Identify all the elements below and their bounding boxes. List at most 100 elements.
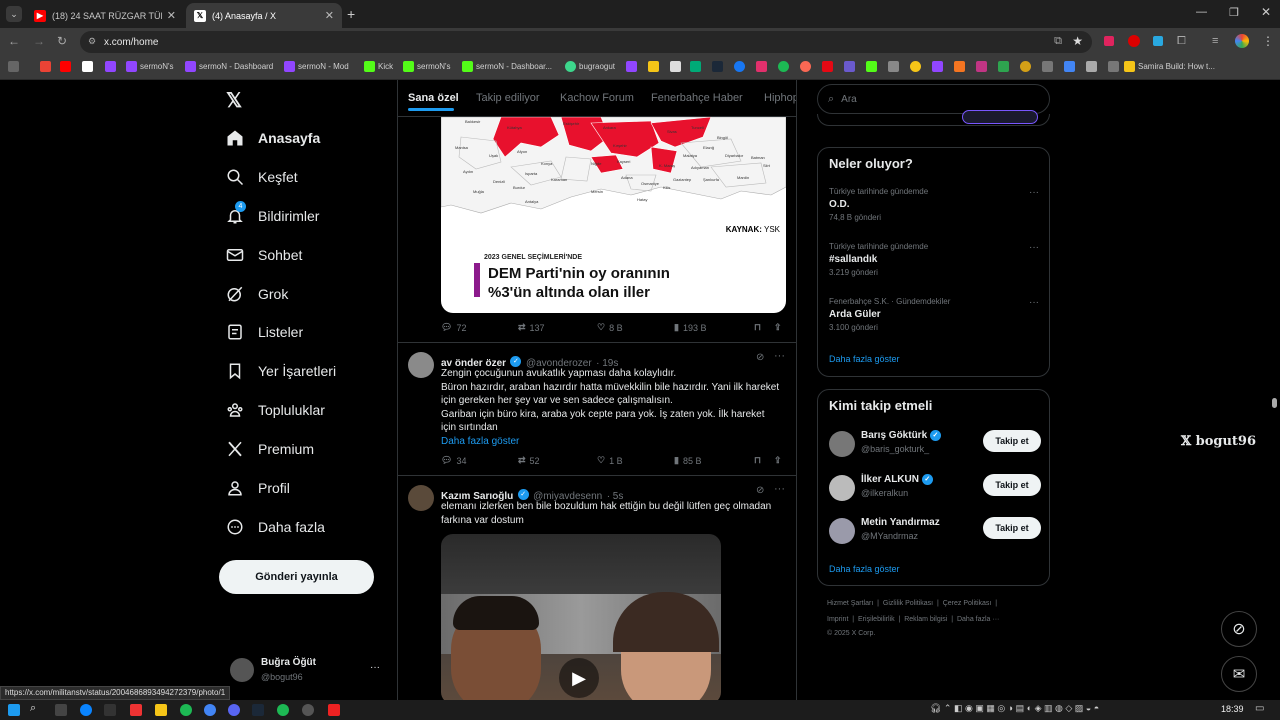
extension-icon[interactable] (1104, 36, 1114, 46)
post-image-map[interactable]: Balıkesir Manisa Aydın Kütahya Eskişehir… (441, 117, 786, 313)
show-more-link[interactable]: Daha fazla göster (829, 564, 900, 574)
nav-profile[interactable]: Profil (226, 476, 290, 500)
clock[interactable]: 18:39 (1221, 704, 1244, 714)
tab-search-button[interactable]: ⌄ (6, 6, 22, 22)
bookmark-icon-only[interactable] (800, 61, 811, 72)
grok-icon[interactable]: ⊘ (756, 485, 764, 496)
spotify-icon[interactable] (277, 704, 289, 716)
site-info-icon[interactable]: ⚙ (88, 36, 96, 47)
bookmark-icon-only[interactable] (998, 61, 1009, 72)
menu-icon[interactable]: ⋮ (1262, 34, 1274, 48)
task-view-icon[interactable] (55, 704, 67, 716)
views-button[interactable]: ▮ 193 B (674, 322, 706, 333)
star-icon[interactable]: ★ (1072, 34, 1083, 48)
x-logo-icon[interactable]: 𝕏 (226, 88, 242, 113)
tab-for-you[interactable]: Sana özel (408, 92, 459, 104)
nav-explore[interactable]: Keşfet (226, 165, 298, 189)
views-button[interactable]: ▮ 85 B (674, 455, 701, 466)
app-icon[interactable] (328, 704, 340, 716)
trend-item[interactable]: Fenerbahçe S.K. · Gündemdekiler Arda Gül… (829, 297, 1039, 332)
bookmark-icon-only[interactable] (888, 61, 899, 72)
nav-communities[interactable]: Topluluklar (226, 398, 325, 422)
bookmark-item[interactable]: sermoN - Dashboard (185, 61, 273, 72)
follow-button[interactable]: Takip et (983, 430, 1041, 452)
tab-youtube[interactable]: ▶ (18) 24 SAAT RÜZGAR TÜRBİNİ ✕ (26, 3, 184, 28)
bookmark-button[interactable]: ⊓ (754, 455, 761, 466)
tab-kachow-forum[interactable]: Kachow Forum (560, 92, 634, 104)
follow-button[interactable]: Takip et (983, 474, 1041, 496)
bookmark-icon-only[interactable] (648, 61, 659, 72)
bookmark-icon-only[interactable] (1064, 61, 1075, 72)
footer-link[interactable]: Daha fazla ··· (957, 616, 999, 623)
repost-button[interactable]: ⇄ 52 (518, 455, 540, 466)
bookmark-icon-only[interactable] (954, 61, 965, 72)
avatars-pill[interactable] (962, 110, 1038, 124)
reload-icon[interactable]: ↻ (57, 34, 67, 48)
bookmark-icon-only[interactable] (866, 61, 877, 72)
bookmark-icon-only[interactable] (778, 61, 789, 72)
footer-link[interactable]: Gizlilik Politikası (883, 600, 933, 607)
nav-premium[interactable]: Premium (226, 437, 314, 461)
url-bar[interactable]: ⚙ x.com/home ⧉ ★ (80, 31, 1092, 53)
bookmark-item[interactable]: sermoN's (126, 61, 174, 72)
bookmark-item[interactable]: bugraogut (565, 61, 615, 72)
tab-following[interactable]: Takip ediliyor (476, 92, 540, 104)
app-icon[interactable] (180, 704, 192, 716)
bookmark-item[interactable]: sermoN - Dashboar... (462, 61, 552, 72)
extension-icon[interactable] (1153, 36, 1163, 46)
window-close-button[interactable]: ✕ (1261, 5, 1271, 19)
more-dots-icon[interactable]: ··· (774, 350, 785, 362)
messages-float-button[interactable]: ✉ (1221, 656, 1257, 692)
back-icon[interactable]: ← (8, 34, 20, 48)
follow-suggestion[interactable]: Barış Göktürk ✓ @baris_gokturk_ Takip et (829, 428, 1041, 464)
share-button[interactable]: ⇪ (774, 322, 782, 333)
close-icon[interactable]: ✕ (167, 9, 176, 22)
show-more-link[interactable]: Daha fazla göster (829, 354, 900, 364)
grok-float-button[interactable]: ⊘ (1221, 611, 1257, 647)
profile-avatar-icon[interactable] (1235, 34, 1249, 48)
tab-x-home[interactable]: 𝕏 (4) Anasayfa / X ✕ (186, 3, 342, 28)
play-icon[interactable]: ▶ (559, 658, 599, 698)
steam-icon[interactable] (252, 704, 264, 716)
share-button[interactable]: ⇪ (774, 455, 782, 466)
tab-fenerbahce-haber[interactable]: Fenerbahçe Haber (651, 92, 743, 104)
footer-link[interactable]: Çerez Politikası (943, 600, 992, 607)
post-button[interactable]: Gönderi yayınla (219, 560, 374, 594)
minimize-button[interactable]: — (1196, 6, 1207, 18)
nav-home[interactable]: Anasayfa (226, 126, 320, 150)
close-icon[interactable]: ✕ (325, 9, 334, 22)
more-dots-icon[interactable]: ··· (1029, 187, 1039, 198)
app-icon[interactable] (130, 704, 142, 716)
bookmark-x[interactable] (82, 61, 93, 72)
bookmark-icon-only[interactable] (756, 61, 767, 72)
apps-icon[interactable] (8, 61, 19, 72)
bookmark-gmail[interactable] (40, 61, 51, 72)
repost-button[interactable]: ⇄ 137 (518, 322, 545, 333)
follow-suggestion[interactable]: İlker ALKUN ✓ @ilkeralkun Takip et (829, 472, 1041, 508)
bookmark-icon-only[interactable] (1020, 61, 1031, 72)
notification-center-icon[interactable]: ▭ (1255, 703, 1264, 714)
maximize-button[interactable]: ❐ (1229, 6, 1239, 19)
bookmark-youtube[interactable] (60, 61, 71, 72)
bookmark-icon-only[interactable] (822, 61, 833, 72)
show-more-link[interactable]: Daha fazla göster (441, 435, 791, 449)
edge-icon[interactable] (80, 704, 92, 716)
more-dots-icon[interactable]: ··· (370, 662, 380, 673)
footer-link[interactable]: Hizmet Şartları (827, 600, 873, 607)
bookmark-icon-only[interactable] (626, 61, 637, 72)
folder-icon[interactable] (155, 704, 167, 716)
bookmark-icon-only[interactable] (1042, 61, 1053, 72)
chrome-icon[interactable] (204, 704, 216, 716)
windows-start-icon[interactable] (8, 704, 20, 716)
extensions-icon[interactable]: ⧠ (1177, 35, 1186, 48)
nav-notifications[interactable]: 4 Bildirimler (226, 201, 319, 228)
follow-button[interactable]: Takip et (983, 517, 1041, 539)
footer-link[interactable]: Imprint (827, 616, 848, 623)
like-button[interactable]: ♡ 8 B (597, 322, 623, 333)
bookmark-icon-only[interactable] (712, 61, 723, 72)
bookmark-icon-only[interactable] (1086, 61, 1097, 72)
tab-hiphop[interactable]: Hiphop (764, 92, 796, 104)
avatar[interactable] (408, 352, 434, 378)
follow-suggestion[interactable]: Metin Yandırmaz @MYandrmaz Takip et (829, 515, 1041, 551)
bookmark-item[interactable]: sermoN - Mod (284, 61, 349, 72)
